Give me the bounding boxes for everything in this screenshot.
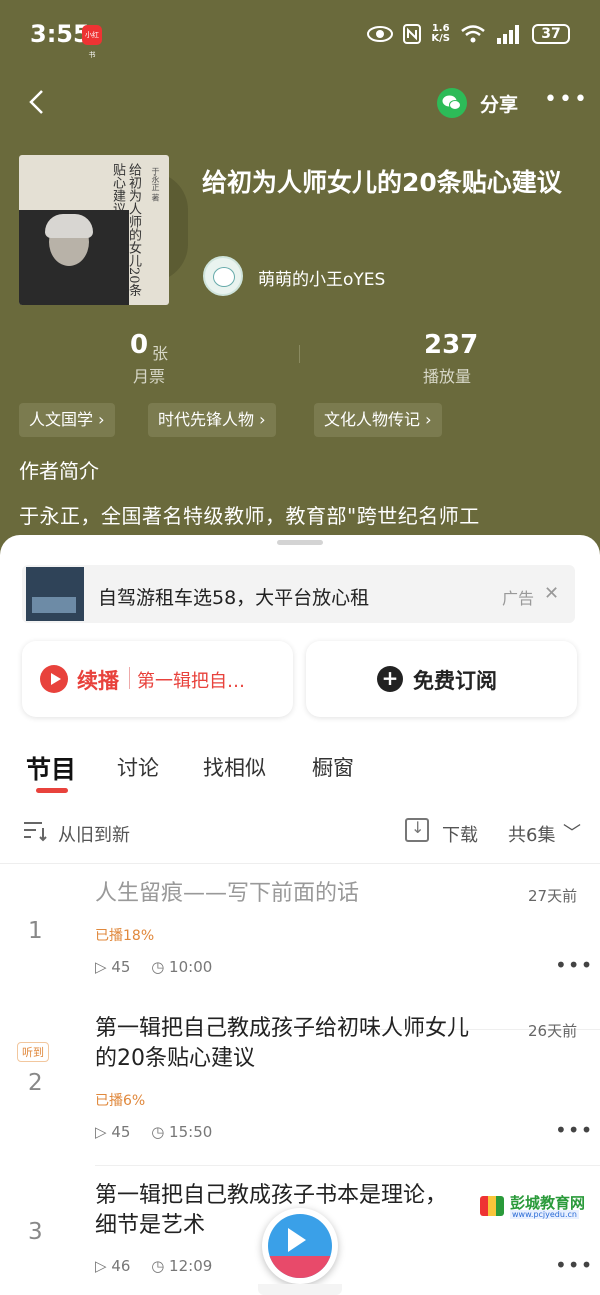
tag-biographies[interactable]: 文化人物传记 ›	[314, 403, 442, 437]
tab-similar[interactable]: 找相似	[203, 752, 266, 782]
author-avatar[interactable]	[203, 256, 243, 296]
ad-thumbnail	[26, 567, 84, 621]
cover-portrait	[19, 210, 129, 305]
tag-humanities[interactable]: 人文国学 ›	[19, 403, 115, 437]
album-title: 给初为人师女儿的20条贴心建议	[202, 168, 562, 197]
status-bar: 3:55 小红书 1.6 K/S 37	[0, 0, 600, 70]
status-time: 3:55	[30, 20, 90, 48]
plays-label: 播放量	[423, 367, 472, 386]
signal-icon	[497, 25, 519, 44]
play-icon[interactable]	[288, 1228, 306, 1252]
tab-programs[interactable]: 节目	[26, 750, 76, 786]
wifi-icon	[461, 25, 485, 43]
resume-episode-title: 第一辑把自…	[137, 671, 245, 692]
site-watermark: 彭城教育网 www.pcjyedu.cn	[480, 1192, 592, 1226]
wechat-share-icon[interactable]	[437, 88, 467, 118]
play-count-icon: ▷	[95, 958, 112, 976]
episode-progress: 已播18%	[95, 928, 155, 944]
episode-date: 27天前	[528, 887, 578, 905]
eye-icon	[367, 26, 394, 42]
sort-order-button[interactable]: 从旧到新	[58, 821, 130, 847]
episode-meta: ▷ 46 ◷ 12:09	[95, 1257, 213, 1275]
watermark-logo-icon	[480, 1196, 504, 1216]
episode-more-icon[interactable]: •••	[555, 1118, 593, 1142]
tab-showcase[interactable]: 橱窗	[312, 752, 354, 782]
subscribe-button[interactable]: + 免费订阅	[306, 641, 577, 717]
listened-badge: 听到	[17, 1042, 49, 1062]
episode-row[interactable]: 听到 2 第一辑把自己教成孩子给初味人师女儿的20条贴心建议 26天前 已播6%…	[0, 1000, 600, 1166]
episode-meta: ▷ 45 ◷ 10:00	[95, 958, 213, 976]
book-cover[interactable]: 于永正 著 给初为人师的女儿20条贴心建议	[19, 155, 169, 305]
episode-title[interactable]: 人生留痕——写下前面的话	[95, 879, 485, 909]
chevron-down-icon[interactable]: ﹀	[563, 819, 581, 845]
sheet-drag-handle[interactable]	[277, 540, 323, 545]
book-header: 3:55 小红书 1.6 K/S 37 分享 ••• 于永正 著 给初为人师的女儿…	[0, 0, 600, 570]
download-icon[interactable]	[405, 818, 429, 842]
watermark-url: www.pcjyedu.cn	[510, 1210, 579, 1219]
tickets-value: 0	[130, 330, 149, 360]
app-notification-icon: 小红书	[82, 25, 102, 59]
ad-label: 广告	[502, 589, 535, 608]
ad-text: 自驾游租车选58，大平台放心租	[98, 587, 370, 609]
net-speed: 1.6 K/S	[431, 23, 450, 44]
download-button[interactable]: 下载	[442, 821, 478, 847]
tickets-unit: 张	[152, 344, 169, 363]
ad-banner[interactable]: 自驾游租车选58，大平台放心租 广告 ✕	[22, 565, 575, 623]
player-base	[258, 1284, 342, 1295]
episode-number: 3	[28, 1219, 43, 1245]
tickets-label: 月票	[133, 367, 166, 386]
play-count-icon: ▷	[95, 1257, 112, 1275]
episode-title[interactable]: 第一辑把自己教成孩子给初味人师女儿的20条贴心建议	[95, 1014, 485, 1074]
episode-date: 26天前	[528, 1022, 578, 1040]
plays-value: 237	[424, 330, 479, 360]
author-name[interactable]: 萌萌的小王oYES	[258, 265, 385, 290]
clock-icon: ◷	[151, 958, 170, 976]
resume-play-button[interactable]: 续播 第一辑把自…	[22, 641, 293, 717]
episode-meta: ▷ 45 ◷ 15:50	[95, 1123, 213, 1141]
share-button[interactable]: 分享	[480, 90, 518, 117]
resume-label: 续播	[77, 669, 119, 693]
cover-author-text: 于永正 著	[151, 167, 160, 202]
play-icon	[40, 665, 68, 693]
tab-discussion[interactable]: 讨论	[117, 752, 159, 782]
subscribe-label: 免费订阅	[413, 669, 497, 693]
clock-icon: ◷	[151, 1257, 170, 1275]
intro-text: 于永正，全国著名特级教师，教育部"跨世纪名师工	[19, 504, 480, 528]
episode-count-selector[interactable]: 共6集	[508, 821, 555, 847]
floating-player[interactable]	[262, 1208, 338, 1284]
tab-indicator	[36, 788, 68, 793]
clock-icon: ◷	[151, 1123, 170, 1141]
stats-divider	[299, 345, 300, 363]
episode-number: 2	[28, 1070, 43, 1096]
sort-icon[interactable]	[22, 820, 48, 842]
episode-number: 1	[28, 918, 43, 944]
more-options-icon[interactable]: •••	[544, 89, 589, 111]
tag-pioneers[interactable]: 时代先锋人物 ›	[148, 403, 276, 437]
nfc-icon	[403, 24, 422, 44]
intro-heading: 作者简介	[19, 459, 99, 483]
plus-icon: +	[377, 666, 403, 692]
close-icon[interactable]: ✕	[544, 583, 559, 604]
episode-progress: 已播6%	[95, 1093, 146, 1109]
back-icon[interactable]	[24, 88, 52, 116]
battery-icon: 37	[532, 24, 570, 44]
play-count-icon: ▷	[95, 1123, 112, 1141]
status-icons: 1.6 K/S 37	[367, 20, 570, 48]
episode-more-icon[interactable]: •••	[555, 1253, 593, 1277]
episode-more-icon[interactable]: •••	[555, 953, 593, 977]
